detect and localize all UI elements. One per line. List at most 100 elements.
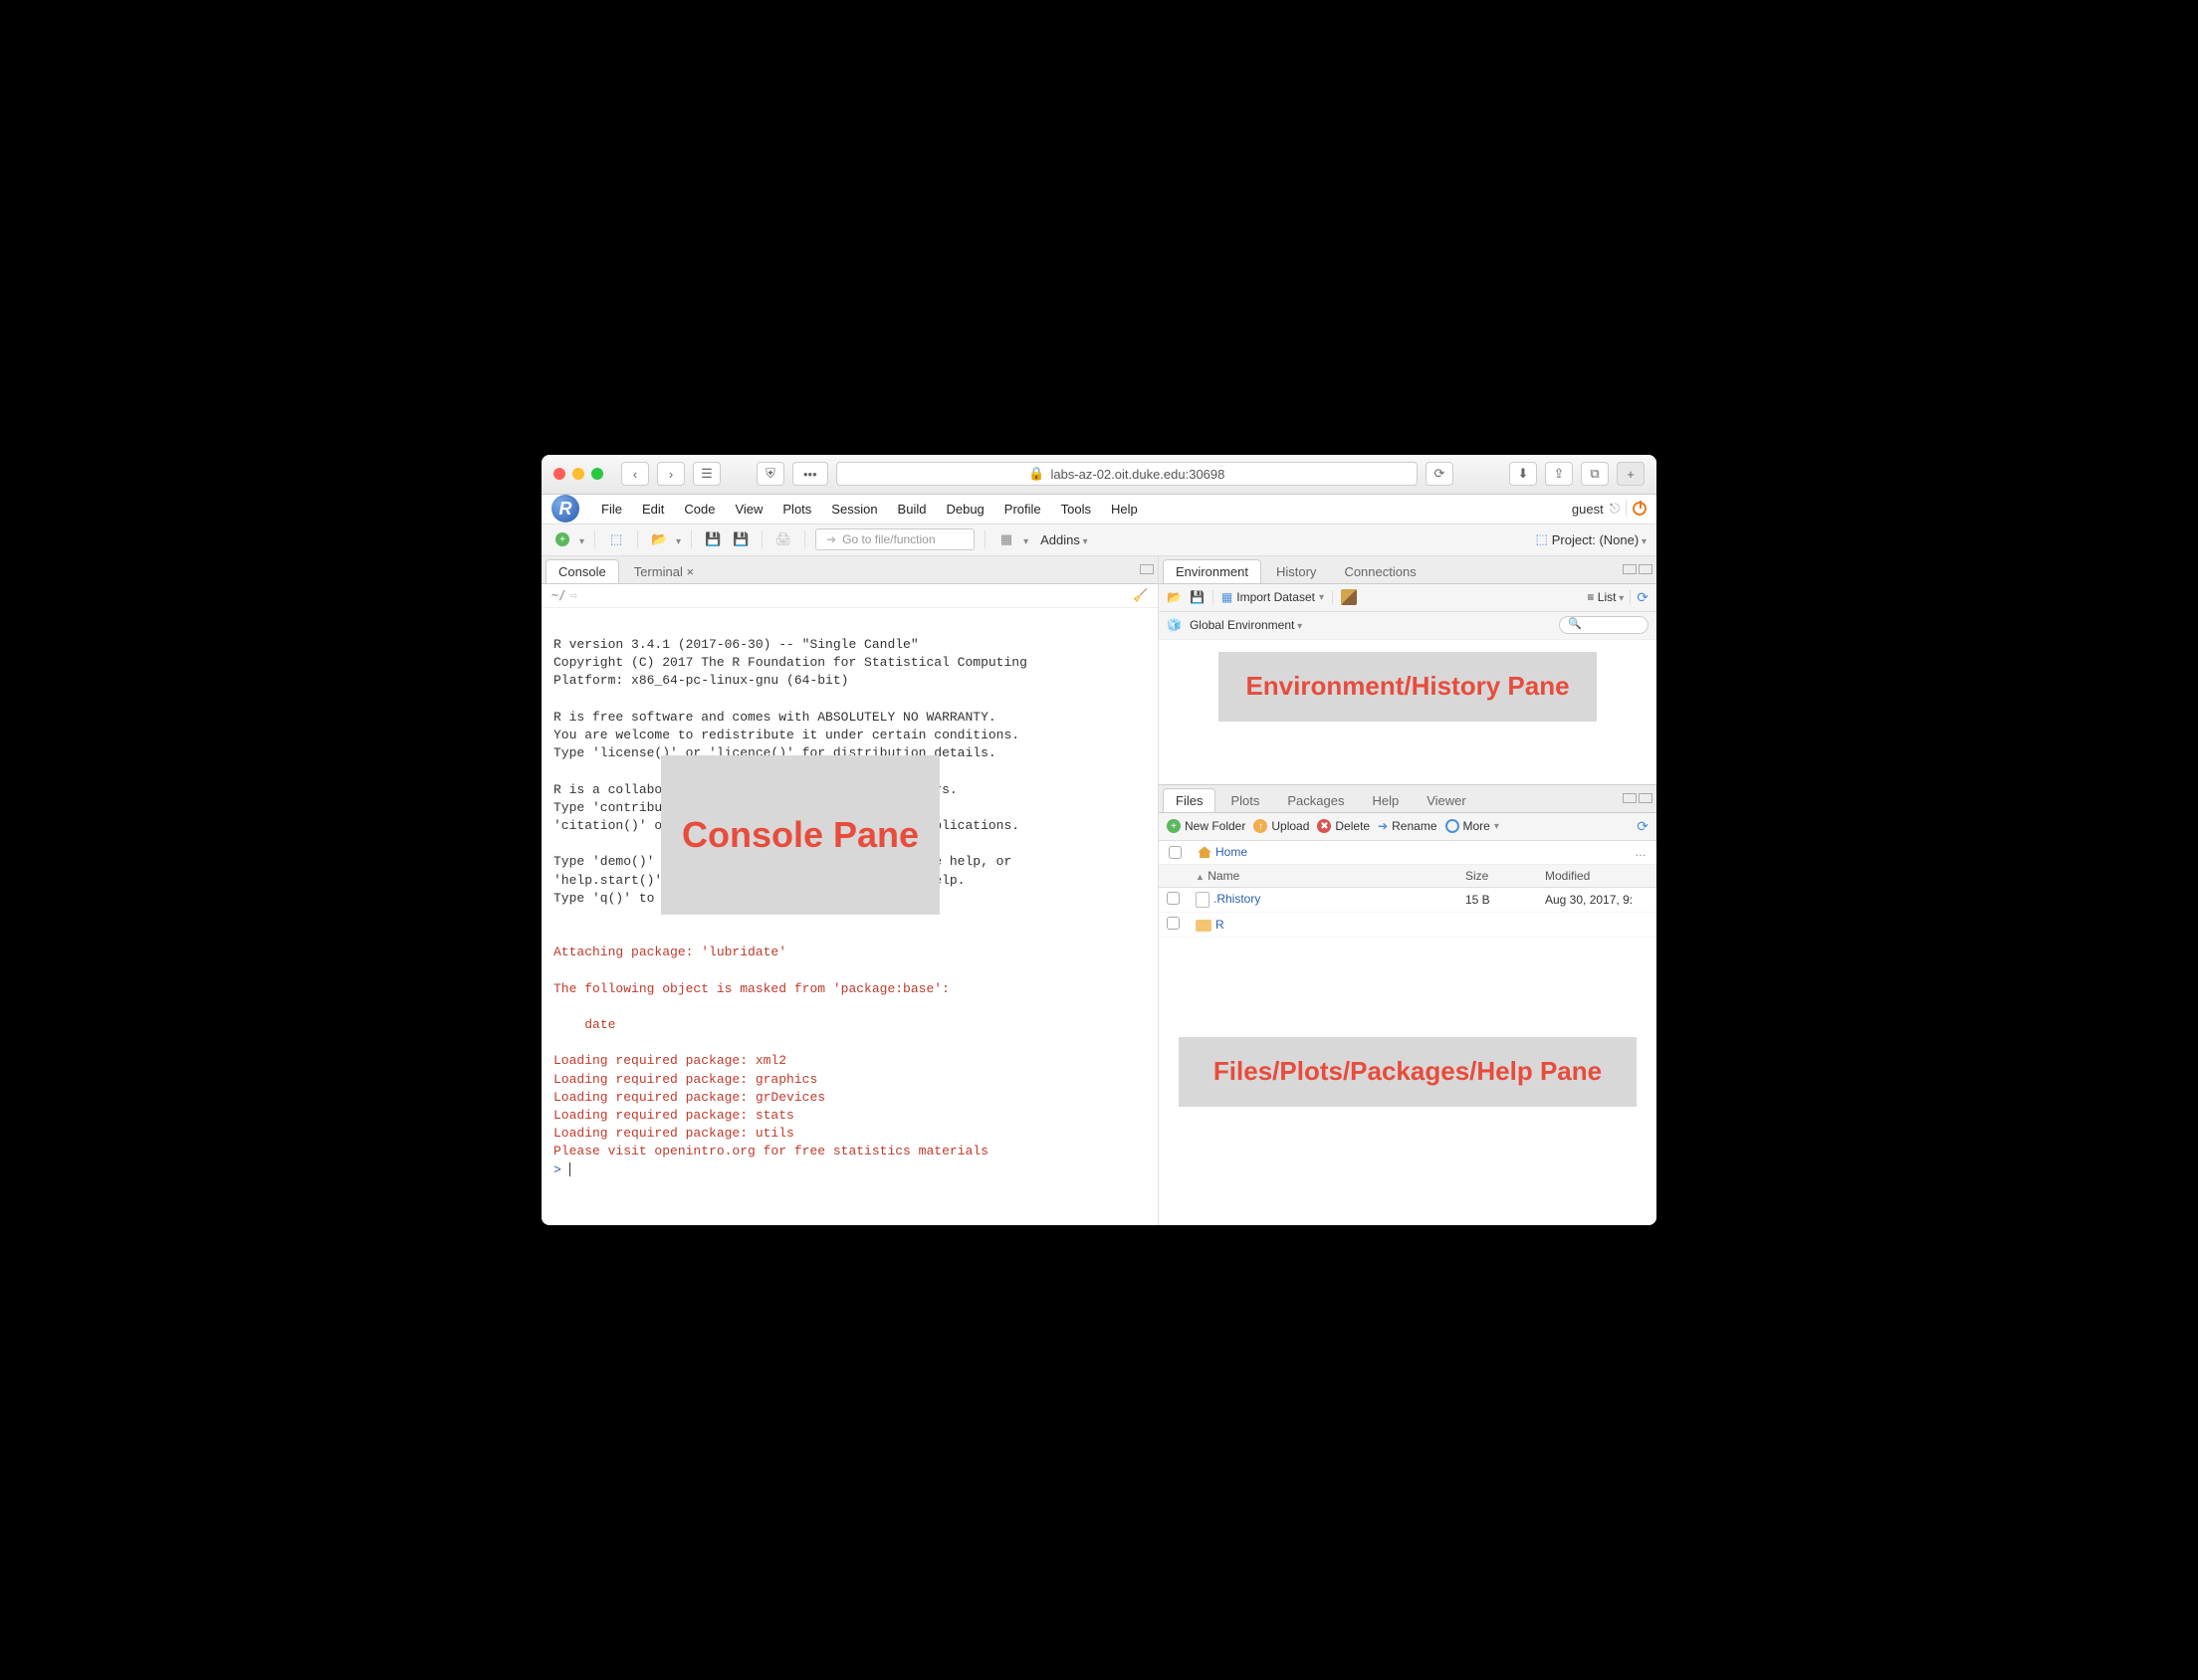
menu-tools[interactable]: Tools [1051,498,1101,521]
save-workspace-icon[interactable]: 💾 [1190,590,1205,604]
minimize-icon[interactable] [572,468,584,480]
tabs-button[interactable]: ⧉ [1581,462,1609,486]
addins-button[interactable]: Addins [1040,532,1088,547]
col-size: Size [1457,865,1537,888]
env-scope-dropdown[interactable]: Global Environment [1190,618,1302,632]
forward-button[interactable]: › [657,462,685,486]
reader-button[interactable]: ••• [792,462,828,486]
col-name: ▲ Name [1188,865,1457,888]
share-button[interactable]: ⇪ [1545,462,1573,486]
upload-button[interactable]: ↑ Upload [1253,819,1309,833]
user-label: guest [1572,502,1604,517]
home-link[interactable]: Home [1215,845,1247,859]
tab-viewer[interactable]: Viewer [1414,788,1479,812]
file-name[interactable]: R [1215,918,1224,932]
menu-file[interactable]: File [591,498,632,521]
new-file-dropdown[interactable] [579,532,584,547]
more-button[interactable]: More [1445,819,1499,833]
lock-icon: 🔒 [1028,466,1044,482]
menu-help[interactable]: Help [1101,498,1148,521]
menu-profile[interactable]: Profile [994,498,1051,521]
pane-layout-dropdown[interactable] [1023,532,1028,547]
console-tabbar: Console Terminal × [542,556,1158,584]
window-controls [553,468,603,480]
file-row[interactable]: .Rhistory15 BAug 30, 2017, 9: [1159,887,1656,912]
refresh-env-icon[interactable]: ⟳ [1637,589,1648,606]
menu-code[interactable]: Code [674,498,725,521]
goto-file-input[interactable]: ➜ Go to file/function [815,528,975,550]
shield-icon[interactable]: ⛨ [757,462,784,486]
tab-terminal[interactable]: Terminal × [621,559,707,583]
tab-connections[interactable]: Connections [1331,559,1429,583]
rename-button[interactable]: ➔ Rename [1378,819,1436,833]
save-icon[interactable]: 💾 [702,528,724,550]
menu-debug[interactable]: Debug [936,498,993,521]
list-view-button[interactable]: ≡ List [1587,590,1624,604]
files-table: ▲ Name Size Modified .Rhistory15 BAug 30… [1159,865,1656,938]
print-icon[interactable]: 🖨 [772,528,794,550]
tab-packages[interactable]: Packages [1274,788,1357,812]
col-modified: Modified [1537,865,1656,888]
console-output[interactable]: R version 3.4.1 (2017-06-30) -- "Single … [542,608,1158,1225]
rstudio-content: Console Terminal × ~/ ⇨ 🧹 R version 3.4.… [542,556,1656,1225]
env-search-input[interactable]: 🔍 [1559,616,1648,634]
file-size [1457,912,1537,937]
clear-env-icon[interactable] [1341,589,1357,605]
more-path-icon[interactable]: … [1635,845,1647,859]
minimize-env-icon[interactable] [1623,564,1637,574]
file-row[interactable]: R [1159,912,1656,937]
close-icon[interactable] [553,468,565,480]
maximize-files-icon[interactable] [1639,793,1652,803]
save-all-icon[interactable]: 💾 [730,528,752,550]
home-icon[interactable] [1198,846,1211,858]
back-button[interactable]: ‹ [621,462,649,486]
overlay-files: Files/Plots/Packages/Help Pane [1179,1037,1637,1107]
tab-help[interactable]: Help [1359,788,1412,812]
project-menu[interactable]: Project: (None) [1552,532,1647,547]
open-file-icon[interactable]: 📂 [648,528,670,550]
new-tab-button[interactable]: + [1617,462,1645,486]
tab-console[interactable]: Console [546,559,619,583]
zoom-icon[interactable] [591,468,603,480]
maximize-pane-icon[interactable] [1140,564,1154,574]
clear-console-icon[interactable]: 🧹 [1133,588,1148,602]
new-folder-button[interactable]: + New Folder [1167,819,1245,833]
menu-view[interactable]: View [725,498,772,521]
console-pane: Console Terminal × ~/ ⇨ 🧹 R version 3.4.… [542,556,1159,1225]
reload-button[interactable]: ⟳ [1426,462,1453,486]
maximize-env-icon[interactable] [1639,564,1652,574]
menu-edit[interactable]: Edit [632,498,674,521]
menu-build[interactable]: Build [888,498,937,521]
new-project-icon[interactable]: ⬚ [605,528,627,550]
sidebar-button[interactable]: ☰ [693,462,721,486]
url-text: labs-az-02.oit.duke.edu:30698 [1050,467,1224,482]
tab-environment[interactable]: Environment [1163,559,1261,583]
import-dataset-button[interactable]: ▦ Import Dataset [1221,590,1324,604]
files-breadcrumb: Home … [1159,841,1656,865]
download-button[interactable]: ⬇ [1509,462,1537,486]
open-recent-dropdown[interactable] [676,532,681,547]
tab-files[interactable]: Files [1163,788,1215,812]
row-checkbox[interactable] [1167,917,1180,930]
row-checkbox[interactable] [1167,892,1180,905]
tab-plots[interactable]: Plots [1217,788,1272,812]
select-all-checkbox[interactable] [1169,846,1182,859]
overlay-console: Console Pane [661,755,940,915]
new-file-icon[interactable]: + [551,528,573,550]
tab-history[interactable]: History [1263,559,1329,583]
minimize-files-icon[interactable] [1623,793,1637,803]
load-workspace-icon[interactable]: 📂 [1167,590,1182,604]
menu-plots[interactable]: Plots [772,498,821,521]
file-modified [1537,912,1656,937]
r-logo-icon: R [551,495,579,523]
folder-icon [1196,920,1211,932]
file-name[interactable]: .Rhistory [1213,892,1260,906]
refresh-files-icon[interactable]: ⟳ [1637,818,1648,835]
menu-session[interactable]: Session [821,498,887,521]
grid-icon[interactable]: ▦ [995,528,1017,550]
signout-icon[interactable]: ⎋ [1610,501,1620,517]
url-bar[interactable]: 🔒 labs-az-02.oit.duke.edu:30698 [836,462,1418,486]
delete-button[interactable]: ✖ Delete [1317,819,1370,833]
file-modified: Aug 30, 2017, 9: [1537,887,1656,912]
power-icon[interactable] [1633,502,1647,516]
